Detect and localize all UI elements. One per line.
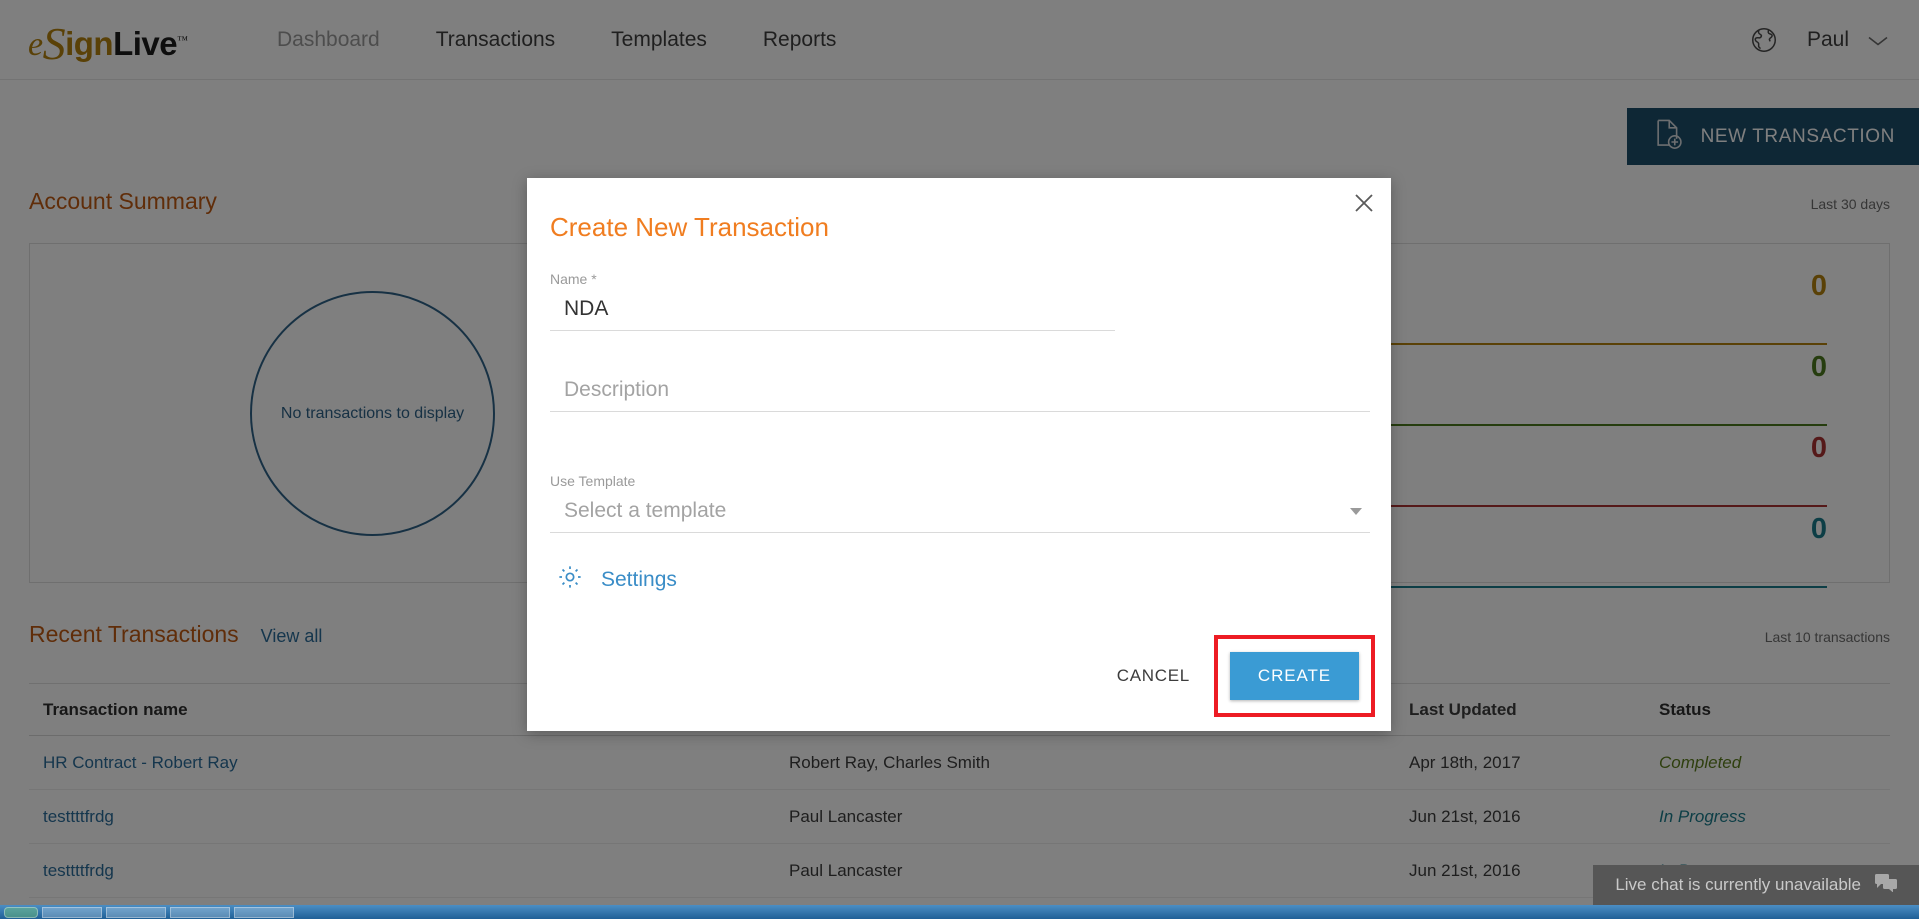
modal-title: Create New Transaction bbox=[550, 212, 829, 242]
template-field-label: Use Template bbox=[550, 473, 636, 489]
name-field-label: Name * bbox=[550, 271, 597, 287]
template-select-wrapper[interactable] bbox=[550, 496, 1370, 533]
name-input[interactable] bbox=[550, 294, 1115, 331]
gear-icon bbox=[557, 564, 583, 596]
taskbar-item[interactable] bbox=[234, 906, 294, 918]
create-button[interactable]: CREATE bbox=[1229, 652, 1359, 700]
create-button-highlight: CREATE bbox=[1213, 635, 1375, 717]
taskbar-item[interactable] bbox=[106, 906, 166, 918]
settings-label: Settings bbox=[601, 568, 677, 591]
description-input[interactable] bbox=[550, 375, 1370, 412]
chevron-down-icon[interactable] bbox=[1350, 508, 1362, 515]
description-field-group bbox=[550, 375, 1370, 412]
live-chat-bar[interactable]: Live chat is currently unavailable bbox=[1593, 865, 1919, 905]
taskbar-item[interactable] bbox=[170, 906, 230, 918]
cancel-button[interactable]: CANCEL bbox=[1093, 652, 1214, 700]
template-select-input[interactable] bbox=[550, 496, 1370, 533]
template-field-group: Use Template bbox=[550, 473, 1370, 533]
chat-bubbles-icon bbox=[1875, 873, 1897, 897]
name-field-group: Name * bbox=[550, 271, 1115, 331]
taskbar-item[interactable] bbox=[42, 906, 102, 918]
modal-action-buttons: CANCEL CREATE bbox=[1093, 635, 1375, 717]
taskbar-start-button[interactable] bbox=[4, 906, 38, 918]
os-taskbar bbox=[0, 905, 1919, 919]
create-transaction-modal: Create New Transaction Name * Use Templa… bbox=[527, 178, 1391, 731]
live-chat-label: Live chat is currently unavailable bbox=[1615, 875, 1861, 894]
close-icon[interactable] bbox=[1351, 190, 1377, 216]
settings-link[interactable]: Settings bbox=[557, 564, 677, 596]
